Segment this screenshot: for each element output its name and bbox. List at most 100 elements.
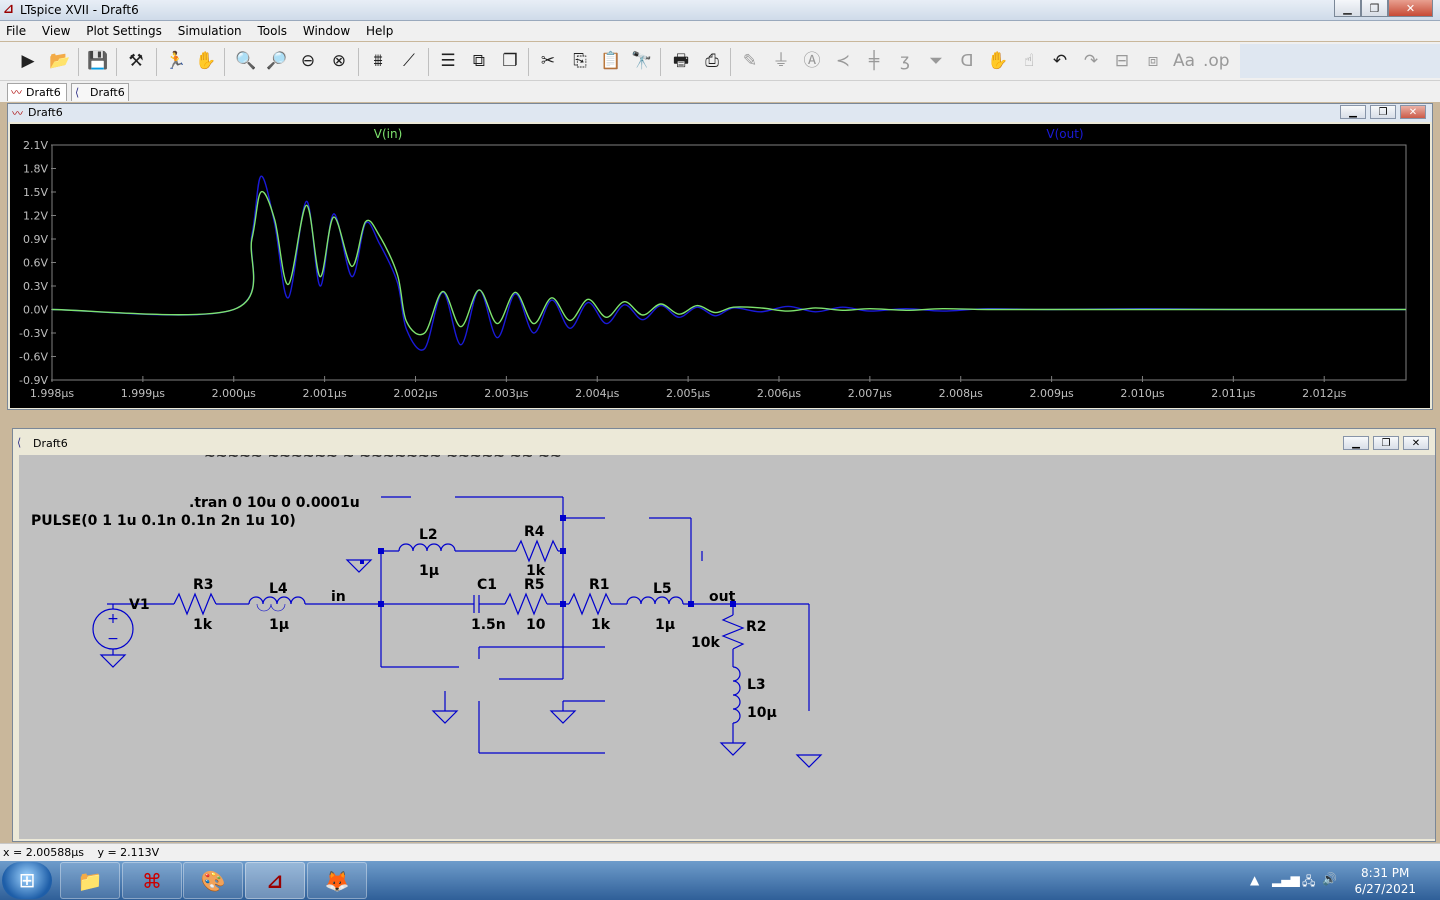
- paste-icon[interactable]: 📋: [599, 50, 623, 72]
- resistor-r4[interactable]: [515, 539, 559, 563]
- component-ref[interactable]: R1: [589, 577, 610, 593]
- resistor-icon[interactable]: ≺: [831, 50, 855, 72]
- resistor-r2[interactable]: [721, 614, 745, 650]
- menu-plot-settings[interactable]: Plot Settings: [80, 21, 168, 38]
- inductor-icon[interactable]: ʒ: [893, 50, 917, 72]
- minimize-button[interactable]: ▁: [1343, 436, 1369, 450]
- tile-horizontal-icon[interactable]: ☰: [436, 50, 460, 72]
- resistor-r5[interactable]: [504, 592, 548, 616]
- resistor-r3[interactable]: [173, 592, 217, 616]
- zoom-pan-icon[interactable]: 🔎: [265, 50, 289, 72]
- zoom-fit-icon[interactable]: ⊗: [327, 50, 351, 72]
- close-button[interactable]: ✕: [1400, 105, 1426, 119]
- print-icon[interactable]: 🖶: [669, 50, 693, 72]
- maximize-button[interactable]: ❐: [1361, 0, 1388, 17]
- cut-icon[interactable]: ✂: [536, 50, 560, 72]
- maximize-button[interactable]: ❐: [1370, 105, 1396, 119]
- cascade-icon[interactable]: ❐: [498, 50, 522, 72]
- pulse-definition[interactable]: PULSE(0 1 1u 0.1n 0.1n 2n 1u 10): [31, 513, 296, 529]
- component-ref[interactable]: L3: [747, 677, 766, 693]
- component-ref[interactable]: L2: [419, 527, 438, 543]
- component-value[interactable]: 1µ: [419, 563, 439, 579]
- component-ref[interactable]: R4: [524, 524, 545, 540]
- legend-vout[interactable]: V(out): [1046, 127, 1083, 141]
- net-label-in[interactable]: in: [331, 589, 346, 605]
- tab-waveform[interactable]: 〰 Draft6: [7, 83, 67, 101]
- volume-icon[interactable]: 🔊: [1322, 872, 1337, 886]
- component-icon[interactable]: ᗡ: [955, 50, 979, 72]
- save-icon[interactable]: 💾: [86, 50, 110, 72]
- undo-icon[interactable]: ↶: [1048, 50, 1072, 72]
- menu-file[interactable]: File: [0, 21, 32, 38]
- inductor-l3[interactable]: [732, 666, 741, 724]
- wire-icon[interactable]: ✎: [738, 50, 762, 72]
- component-ref[interactable]: C1: [477, 577, 497, 593]
- signal-icon[interactable]: ▂▄▆: [1272, 873, 1300, 887]
- close-button[interactable]: ✕: [1388, 0, 1433, 17]
- capacitor-icon[interactable]: ╪: [862, 50, 886, 72]
- component-ref[interactable]: R2: [746, 619, 767, 635]
- legend-vin[interactable]: V(in): [374, 127, 403, 141]
- tran-directive[interactable]: .tran 0 10u 0 0.0001u: [189, 495, 360, 511]
- waveform-chart[interactable]: V(in) V(out) 2.1V 1.8V 1.5V 1.2V 0.9V 0.6V 0.3…: [10, 124, 1430, 408]
- spice-directive-icon[interactable]: .op: [1203, 50, 1230, 72]
- network-icon[interactable]: 🖧: [1302, 872, 1315, 893]
- menu-simulation[interactable]: Simulation: [172, 21, 248, 38]
- trace-vout[interactable]: [51, 175, 1407, 351]
- redo-icon[interactable]: ↷: [1079, 50, 1103, 72]
- ltspice-taskbar-icon[interactable]: ⊿: [245, 862, 305, 899]
- ground-icon[interactable]: ⏚: [769, 50, 793, 72]
- waveform-plot[interactable]: V(in) V(out) 2.1V 1.8V 1.5V 1.2V 0.9V 0.6V 0.3…: [10, 124, 1430, 408]
- minimize-button[interactable]: ▁: [1334, 0, 1361, 17]
- label-net-icon[interactable]: Ⓐ: [800, 50, 824, 72]
- minimize-button[interactable]: ▁: [1340, 105, 1366, 119]
- paint-icon[interactable]: 🎨: [183, 862, 243, 899]
- start-button[interactable]: ⊞: [2, 862, 52, 899]
- maximize-button[interactable]: ❐: [1373, 436, 1399, 450]
- schematic-canvas[interactable]: + − ~~~~~ ~~~~~~ ~ ~~~~~~~ ~~~~~ ~~ ~~ .…: [19, 448, 1435, 839]
- run-icon[interactable]: 🏃: [164, 50, 188, 72]
- component-ref[interactable]: L5: [653, 581, 672, 597]
- menu-window[interactable]: Window: [297, 21, 356, 38]
- inductor-l4[interactable]: [248, 596, 306, 605]
- print-setup-icon[interactable]: ⎙: [700, 50, 724, 72]
- control-panel-icon[interactable]: ⚒: [124, 50, 148, 72]
- schematic-drawing[interactable]: + − ~~~~~ ~~~~~~ ~ ~~~~~~~ ~~~~~ ~~ ~~ .…: [19, 448, 1435, 839]
- autorange-icon[interactable]: ⩩: [366, 50, 390, 72]
- copy-icon[interactable]: ⎘: [568, 50, 592, 72]
- inductor-l2[interactable]: [398, 543, 456, 552]
- tray-arrow-icon[interactable]: ▲: [1250, 873, 1259, 887]
- acrobat-icon[interactable]: ⌘: [122, 862, 182, 899]
- rotate-icon[interactable]: ⊟: [1110, 50, 1134, 72]
- text-icon[interactable]: Aa: [1172, 50, 1196, 72]
- component-ref[interactable]: R3: [193, 577, 214, 593]
- resistor-r1[interactable]: [568, 592, 612, 616]
- close-button[interactable]: ✕: [1403, 436, 1429, 450]
- component-value[interactable]: 1k: [193, 617, 213, 633]
- halt-icon[interactable]: ✋: [194, 50, 218, 72]
- explorer-icon[interactable]: 📁: [60, 862, 120, 899]
- new-schematic-icon[interactable]: ▶: [16, 50, 40, 72]
- menu-help[interactable]: Help: [360, 21, 399, 38]
- mirror-icon[interactable]: ⧈: [1141, 50, 1165, 72]
- inductor-l5[interactable]: [626, 596, 684, 605]
- menu-tools[interactable]: Tools: [251, 21, 293, 38]
- manual-limits-icon[interactable]: ⟋: [397, 50, 421, 72]
- tile-vertical-icon[interactable]: ⧉: [467, 50, 491, 72]
- component-ref[interactable]: L4: [269, 581, 288, 597]
- component-value[interactable]: 10: [526, 617, 546, 633]
- clock[interactable]: 8:31 PM 6/27/2021: [1354, 865, 1416, 897]
- firefox-icon[interactable]: 🦊: [307, 862, 367, 899]
- net-label-out[interactable]: out: [709, 589, 736, 605]
- zoom-in-icon[interactable]: 🔍: [234, 50, 258, 72]
- component-value[interactable]: 1k: [591, 617, 611, 633]
- component-value[interactable]: 10µ: [747, 705, 777, 721]
- source-label[interactable]: V1: [129, 597, 150, 613]
- component-value[interactable]: 1µ: [655, 617, 675, 633]
- find-icon[interactable]: 🔭: [630, 50, 654, 72]
- component-value[interactable]: 10k: [691, 635, 720, 651]
- component-value[interactable]: 1.5n: [471, 617, 506, 633]
- component-value[interactable]: 1µ: [269, 617, 289, 633]
- open-icon[interactable]: 📂: [48, 50, 72, 72]
- menu-view[interactable]: View: [36, 21, 76, 38]
